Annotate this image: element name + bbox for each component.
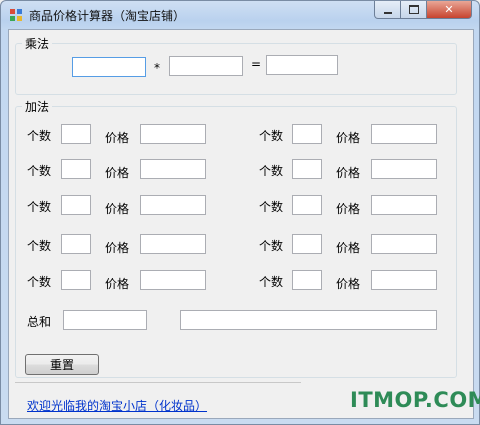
app-icon (10, 9, 22, 21)
qty-label: 个数 (259, 164, 284, 178)
price-input-left[interactable] (140, 195, 206, 215)
price-input-left[interactable] (140, 270, 206, 290)
maximize-button[interactable] (400, 1, 427, 19)
qty-input-right[interactable] (292, 270, 322, 290)
shop-link[interactable]: 欢迎光临我的淘宝小店（化妆品） (27, 397, 207, 414)
price-label: 价格 (336, 241, 361, 255)
qty-input-left[interactable] (61, 159, 91, 179)
price-input-right[interactable] (371, 159, 437, 179)
price-label: 价格 (105, 277, 130, 291)
total-detail-input[interactable] (180, 310, 437, 330)
qty-label: 个数 (27, 164, 52, 178)
qty-input-left[interactable] (61, 270, 91, 290)
equals-sign: = (251, 57, 262, 71)
price-input-right[interactable] (371, 195, 437, 215)
price-label: 价格 (105, 131, 130, 145)
multiply-operator: * (154, 61, 160, 75)
total-input[interactable] (63, 310, 147, 330)
price-input-left[interactable] (140, 124, 206, 144)
price-label: 价格 (336, 277, 361, 291)
qty-label: 个数 (27, 275, 52, 289)
reset-button[interactable]: 重置 (25, 354, 99, 375)
price-label: 价格 (336, 131, 361, 145)
multiply-group-label: 乘法 (22, 35, 53, 52)
qty-label: 个数 (259, 239, 284, 253)
price-input-right[interactable] (371, 234, 437, 254)
close-button[interactable]: ✕ (426, 1, 472, 19)
qty-input-right[interactable] (292, 124, 322, 144)
app-window: 商品价格计算器（淘宝店铺） ✕ 乘法 * = 加法 个数 价格 个数 价格 个数 价格 个数… (0, 0, 480, 425)
multiply-result[interactable] (266, 55, 338, 75)
price-input-right[interactable] (371, 270, 437, 290)
total-label: 总和 (27, 315, 52, 329)
minimize-button[interactable] (374, 1, 401, 19)
qty-label: 个数 (27, 239, 52, 253)
qty-label: 个数 (27, 129, 52, 143)
qty-label: 个数 (259, 200, 284, 214)
qty-input-right[interactable] (292, 234, 322, 254)
qty-input-left[interactable] (61, 124, 91, 144)
qty-input-left[interactable] (61, 195, 91, 215)
title-bar[interactable]: 商品价格计算器（淘宝店铺） ✕ (1, 1, 479, 29)
price-label: 价格 (105, 202, 130, 216)
multiply-group: 乘法 * = (15, 35, 457, 95)
qty-input-right[interactable] (292, 195, 322, 215)
price-input-left[interactable] (140, 159, 206, 179)
footer-separator (15, 382, 301, 383)
qty-label: 个数 (259, 275, 284, 289)
qty-input-right[interactable] (292, 159, 322, 179)
price-input-left[interactable] (140, 234, 206, 254)
qty-label: 个数 (259, 129, 284, 143)
price-input-right[interactable] (371, 124, 437, 144)
multiply-input-b[interactable] (169, 56, 243, 76)
minimize-icon (383, 11, 392, 14)
qty-input-left[interactable] (61, 234, 91, 254)
add-group-label: 加法 (22, 98, 53, 115)
close-icon: ✕ (444, 3, 454, 16)
client-area: 乘法 * = 加法 个数 价格 个数 价格 个数 价格 个数 价格 个数 价格 个数 价格 个数 价格 个数… (8, 29, 480, 419)
watermark: ITMOP.COM (350, 388, 480, 412)
window-title: 商品价格计算器（淘宝店铺） (29, 9, 186, 23)
maximize-icon (408, 5, 419, 14)
multiply-input-a[interactable] (72, 57, 146, 77)
price-label: 价格 (105, 166, 130, 180)
price-label: 价格 (336, 202, 361, 216)
price-label: 价格 (336, 166, 361, 180)
price-label: 价格 (105, 241, 130, 255)
qty-label: 个数 (27, 200, 52, 214)
